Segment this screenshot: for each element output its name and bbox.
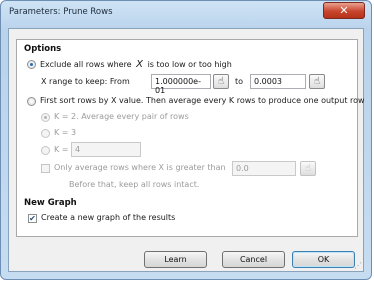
exclude-rows-radio[interactable] [27,60,36,69]
options-heading: Options [24,44,62,54]
k-custom-radio[interactable] [41,146,50,155]
only-average-threshold-input[interactable]: 0.0 [232,161,296,176]
before-note: Before that, keep all rows intact. [69,180,200,189]
options-panel: Options Exclude all rows where X is too … [16,39,365,237]
dialog-window: Parameters: Prune Rows ✕ Options Exclude… [0,0,372,280]
learn-button-label: Learn [164,255,187,264]
only-average-label: Only average rows where X is greater tha… [54,163,226,172]
k2-radio[interactable] [41,113,50,122]
x-symbol: X [136,59,144,70]
sort-average-radio[interactable] [27,97,36,106]
k3-radio[interactable] [41,129,50,138]
create-graph-checkbox[interactable]: ✔ [28,214,37,223]
from-pick-button[interactable]: ☝ [213,74,229,89]
exclude-rows-label-post: is too low or too high [147,60,232,69]
to-pick-button[interactable]: ☝ [309,74,325,89]
finger-pointer-icon: ☝ [304,163,312,174]
k-custom-label: K = [54,145,69,154]
new-graph-heading: New Graph [24,198,77,208]
x-range-from-input[interactable]: 1.000000e-01 [151,74,211,95]
window-title: Parameters: Prune Rows [9,7,113,17]
k2-label: K = 2. Average every pair of rows [54,112,189,121]
x-range-label: X range to keep: From [41,77,130,86]
title-bar[interactable]: Parameters: Prune Rows ✕ [1,1,371,27]
cancel-button[interactable]: Cancel [222,251,285,268]
finger-pointer-icon: ☝ [217,76,225,87]
sort-average-label[interactable]: First sort rows by X value. Then average… [40,96,365,105]
x-range-to-input[interactable]: 0.0003 [250,74,306,89]
threshold-pick-button[interactable]: ☝ [300,161,316,176]
close-icon: ✕ [339,4,349,17]
dialog-client-area: Options Exclude all rows where X is too … [8,28,365,272]
create-graph-label[interactable]: Create a new graph of the results [41,213,175,222]
resize-grip-icon[interactable]: ⋰ [354,261,362,270]
ok-button[interactable]: OK [292,251,355,268]
exclude-rows-label-pre: Exclude all rows where [40,60,132,69]
close-button[interactable]: ✕ [323,2,365,19]
exclude-rows-label[interactable]: Exclude all rows where X is too low or t… [40,59,232,70]
only-average-checkbox[interactable] [41,164,50,173]
ok-button-label: OK [317,255,330,264]
finger-pointer-icon: ☝ [313,76,321,87]
cancel-button-label: Cancel [239,255,268,264]
learn-button[interactable]: Learn [144,251,207,268]
k-custom-input[interactable]: 4 [71,142,141,157]
k3-label: K = 3 [54,128,77,137]
x-range-to-label: to [235,77,244,86]
